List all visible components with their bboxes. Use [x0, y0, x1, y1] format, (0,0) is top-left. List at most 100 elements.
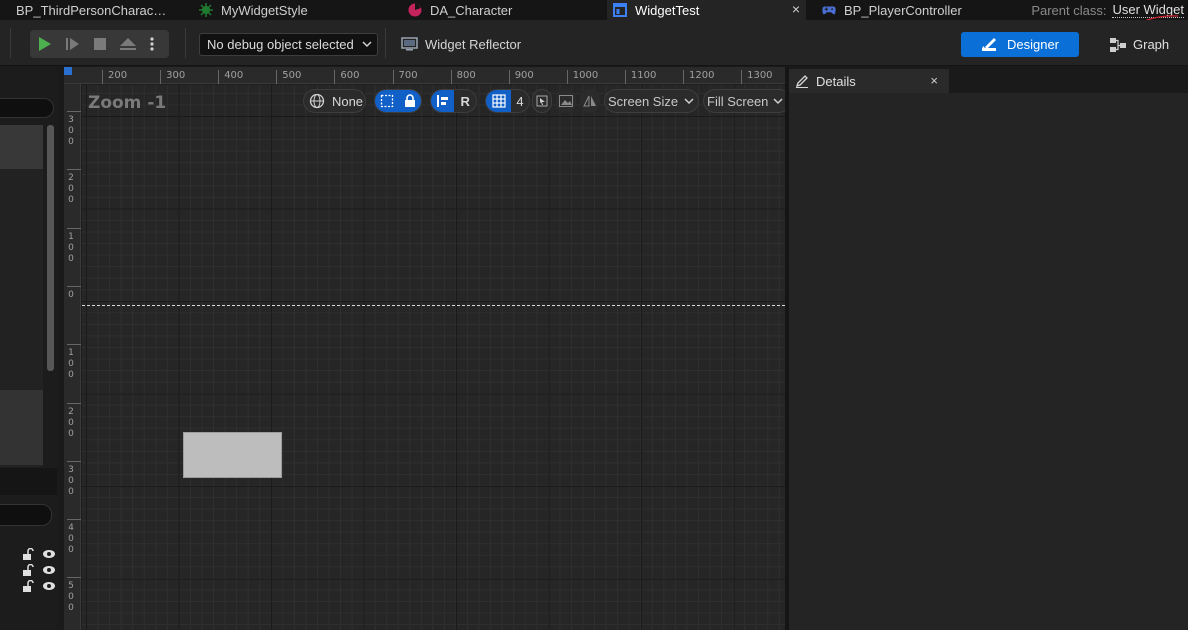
toolbar-separator: [10, 28, 11, 58]
selection-lock-group: [374, 89, 422, 113]
background-preview-button[interactable]: [556, 89, 576, 113]
ruler-label: 200: [67, 173, 75, 206]
designer-mode-button[interactable]: Designer: [961, 32, 1079, 57]
image-icon: [557, 90, 575, 112]
ruler-tick: [334, 70, 336, 84]
lock-icon: [404, 94, 415, 107]
monitor-icon: [401, 37, 418, 51]
widget-preview[interactable]: [183, 432, 282, 478]
grid-icon: [491, 94, 506, 108]
grid-snap-value[interactable]: 4: [511, 90, 529, 112]
play-button[interactable]: [30, 30, 58, 58]
step-icon: [66, 38, 79, 50]
hierarchy-search-input[interactable]: [0, 504, 52, 526]
widget-reflector-label: Widget Reflector: [425, 36, 522, 52]
ruler-tick: [508, 70, 510, 84]
ruler-tick: [67, 460, 81, 462]
play-options-button[interactable]: [142, 30, 162, 58]
eye-icon[interactable]: [42, 581, 56, 591]
ruler-label: 500: [67, 581, 75, 614]
eject-button[interactable]: [114, 30, 142, 58]
ruler-digit: 0: [68, 289, 74, 300]
ruler-tick: [67, 519, 81, 521]
close-tab-icon[interactable]: ×: [792, 1, 800, 17]
ruler-digit: 3: [68, 115, 74, 125]
flow-direction-button[interactable]: [580, 89, 600, 113]
designer-canvas[interactable]: 200 300 400 500 600 700 800 900 1000 1100 1200 1300…: [64, 67, 791, 630]
pencil-icon: [795, 75, 808, 88]
ruler-label: 300: [166, 70, 186, 81]
lock-button[interactable]: [398, 90, 421, 112]
unlock-icon[interactable]: [22, 580, 34, 592]
canvas-grid[interactable]: [82, 85, 785, 630]
respect-locks-button[interactable]: R: [454, 90, 476, 112]
ruler-digit: 5: [68, 581, 74, 592]
ruler-label: 300: [67, 115, 75, 148]
ruler-digit: 0: [68, 195, 74, 206]
close-details-icon[interactable]: ×: [930, 73, 938, 88]
list-item-selected[interactable]: [0, 125, 43, 169]
play-icon: [39, 37, 51, 51]
document-tab-bar: BP_ThirdPersonCharac… MyWidgetStyle DA_C…: [0, 0, 1188, 23]
palette-search-input[interactable]: [0, 98, 54, 118]
ruler-digit: 0: [68, 359, 74, 370]
ruler-tick: [67, 577, 81, 579]
ruler-tick: [566, 70, 568, 84]
stop-icon: [94, 38, 106, 50]
ruler-digit: 0: [68, 603, 74, 614]
palette-scrollbar[interactable]: [47, 125, 54, 371]
localization-preview[interactable]: None: [303, 89, 366, 113]
graph-mode-button[interactable]: Graph: [1109, 32, 1169, 57]
unlock-icon[interactable]: [22, 564, 34, 576]
grid-snap-button[interactable]: [486, 90, 511, 112]
ruler-horizontal: 200 300 400 500 600 700 800 900 1000 1100 1200 1300: [64, 67, 785, 84]
ruler-digit: 0: [68, 417, 74, 428]
graph-nodes-icon: [1110, 37, 1126, 52]
debug-object-value: No debug object selected: [207, 37, 354, 52]
details-panel: [789, 93, 1188, 630]
tab-mywidgetstyle[interactable]: MyWidgetStyle: [199, 0, 399, 20]
ruler-label: 100: [67, 348, 75, 381]
tab-da-character[interactable]: DA_Character: [408, 0, 603, 20]
grid-snap-group: 4: [485, 89, 530, 113]
eye-icon[interactable]: [42, 549, 56, 559]
zoom-level: Zoom -1: [88, 93, 167, 113]
ruler-tick: [67, 402, 81, 404]
screen-origin-guide: [82, 305, 785, 306]
step-button[interactable]: [58, 30, 86, 58]
ruler-label: 0: [67, 290, 75, 301]
hierarchy-row: [22, 562, 56, 578]
details-tab-strip: [949, 69, 1188, 93]
ruler-tick: [67, 285, 81, 287]
debug-object-dropdown[interactable]: No debug object selected: [199, 33, 378, 56]
ruler-digit: 1: [68, 231, 74, 242]
screen-size-dropdown[interactable]: Screen Size: [604, 89, 699, 113]
tab-widgettest[interactable]: WidgetTest ×: [607, 0, 806, 20]
chevron-down-icon: [362, 41, 372, 48]
widget-reflector-button[interactable]: Widget Reflector: [401, 34, 521, 54]
parent-class: Parent class: User Widget: [1031, 0, 1184, 23]
ruler-tick: [218, 70, 220, 84]
main-toolbar: No debug object selected Widget Reflecto…: [0, 20, 1188, 66]
ruler-label: 1100: [630, 70, 657, 81]
tab-label: BP_ThirdPersonCharac…: [16, 2, 167, 18]
details-tab[interactable]: Details ×: [789, 69, 949, 93]
chevron-down-icon: [773, 97, 783, 104]
ruler-tick: [683, 70, 684, 84]
hit-test-button[interactable]: [532, 89, 552, 113]
fill-mode-dropdown[interactable]: Fill Screen: [703, 89, 791, 113]
ruler-digit: 4: [68, 523, 74, 534]
stop-button[interactable]: [86, 30, 114, 58]
unlock-icon[interactable]: [22, 548, 34, 560]
eye-icon[interactable]: [42, 565, 56, 575]
list-item[interactable]: [0, 390, 43, 465]
ruler-vertical: 3002001000100200300400500: [64, 84, 81, 630]
tab-bp-thirdpersoncharacter[interactable]: BP_ThirdPersonCharac…: [0, 0, 190, 20]
ruler-label: 300: [67, 465, 75, 498]
tab-bp-playercontroller[interactable]: BP_PlayerController: [822, 0, 1022, 20]
respect-locks-group: R: [430, 89, 477, 113]
toolbar-separator: [185, 28, 186, 58]
marquee-select-button[interactable]: [375, 90, 399, 112]
ruler-tick: [624, 70, 626, 84]
transform-toggle-button[interactable]: [431, 90, 455, 112]
